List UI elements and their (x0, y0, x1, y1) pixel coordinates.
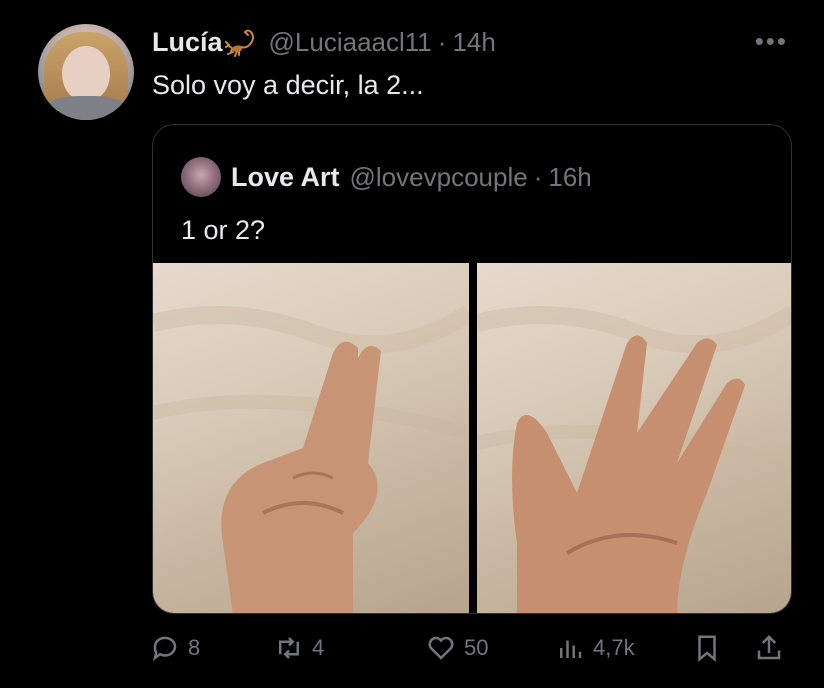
separator-dot: · (437, 26, 447, 57)
share-icon (757, 634, 781, 660)
bookmark-icon (698, 635, 716, 662)
retweet-icon (279, 637, 299, 659)
avatar[interactable] (38, 24, 134, 120)
media-image-2[interactable] (477, 263, 791, 613)
hand-crossed-fingers-icon (153, 305, 469, 613)
views-icon (560, 640, 582, 658)
author-handle[interactable]: @Luciaaacl11 (269, 27, 432, 58)
quoted-timestamp: 16h (548, 161, 592, 192)
hand-spread-fingers-icon (477, 305, 791, 613)
quoted-avatar[interactable] (181, 157, 221, 197)
reply-count: 8 (188, 635, 201, 660)
timestamp[interactable]: 14h (452, 27, 495, 58)
retweet-count: 4 (312, 635, 325, 660)
tweet: Lucía @Luciaaacl11 · 14h ••• Solo voy a … (0, 0, 824, 688)
quoted-text: 1 or 2? (181, 215, 266, 245)
scorpion-emoji-icon (224, 27, 261, 57)
author-name[interactable]: Lucía (152, 27, 223, 58)
quoted-media (153, 263, 791, 613)
quoted-header: Love Art @lovevpcouple · 16h (231, 159, 592, 195)
reply-button[interactable]: 8 (150, 628, 200, 668)
avatar-body (42, 96, 130, 120)
reply-icon (153, 636, 177, 662)
separator-dot: · (533, 161, 543, 192)
tweet-header: Lucía @Luciaaacl11 · 14h (152, 24, 496, 60)
quoted-author-handle: @lovevpcouple (349, 161, 528, 192)
like-count: 50 (464, 635, 489, 660)
share-button[interactable] (754, 628, 784, 668)
more-dots-icon[interactable]: ••• (755, 26, 788, 57)
views-button[interactable]: 4,7k (555, 628, 635, 668)
action-bar: 8 4 50 4,7k (150, 628, 790, 668)
like-icon (428, 636, 454, 660)
media-image-1[interactable] (153, 263, 469, 613)
like-button[interactable]: 50 (426, 628, 488, 668)
bookmark-button[interactable] (692, 628, 722, 668)
quoted-tweet[interactable]: Love Art @lovevpcouple · 16h 1 or 2? (152, 124, 792, 614)
avatar-face (62, 46, 110, 102)
views-count: 4,7k (593, 635, 635, 660)
quoted-author-name: Love Art (231, 161, 340, 192)
retweet-button[interactable]: 4 (274, 628, 324, 668)
tweet-text: Solo voy a decir, la 2... (152, 70, 424, 100)
